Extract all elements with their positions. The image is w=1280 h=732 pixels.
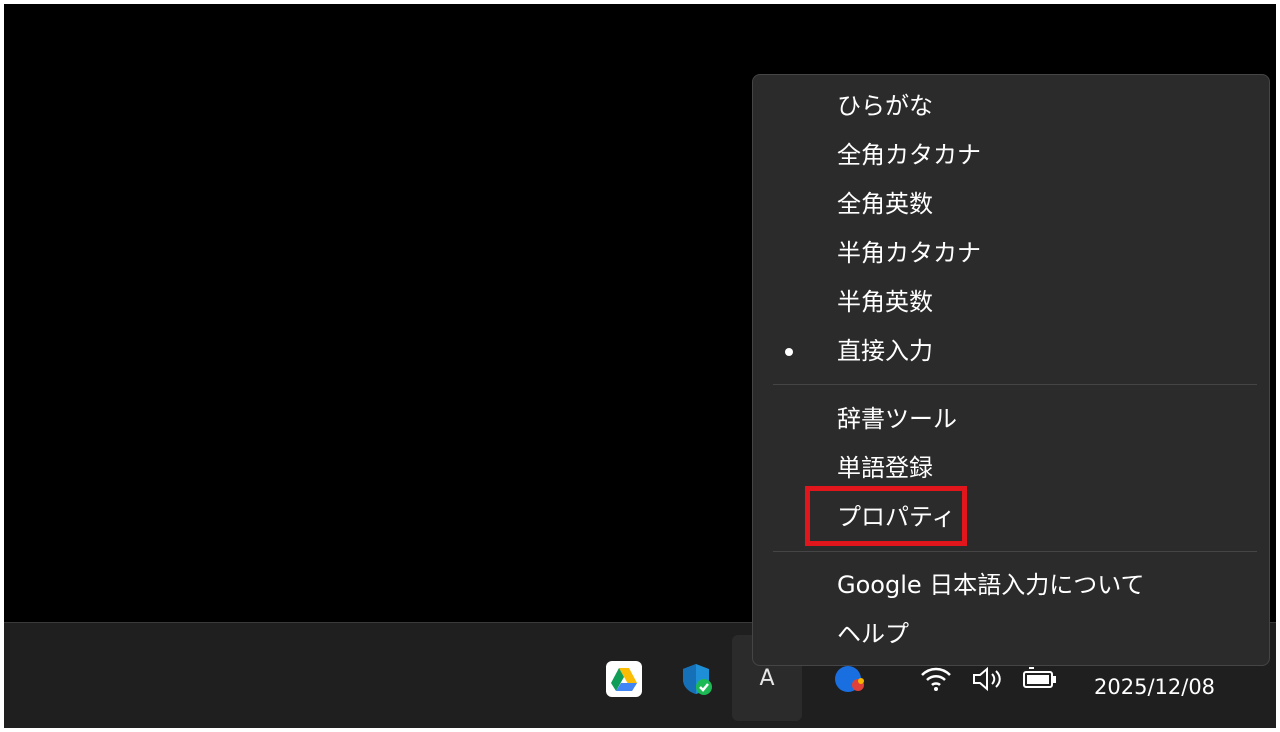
menu-item-help[interactable]: ヘルプ bbox=[753, 612, 1269, 656]
menu-item-label: Google 日本語入力について bbox=[837, 571, 1145, 599]
menu-item-label: 半角カタカナ bbox=[837, 239, 981, 267]
google-drive-icon[interactable] bbox=[604, 659, 644, 699]
menu-item-label: 全角カタカナ bbox=[837, 141, 981, 169]
menu-item-label: 全角英数 bbox=[837, 190, 933, 218]
ime-mode-label: A bbox=[759, 665, 775, 691]
menu-item-hankaku-katakana[interactable]: 半角カタカナ bbox=[753, 231, 1269, 275]
menu-item-zenkaku-katakana[interactable]: 全角カタカナ bbox=[753, 133, 1269, 177]
menu-item-label: ひらがな bbox=[837, 92, 933, 120]
menu-item-zenkaku-eisu[interactable]: 全角英数 bbox=[753, 182, 1269, 226]
menu-separator bbox=[773, 551, 1257, 552]
menu-item-hankaku-eisu[interactable]: 半角英数 bbox=[753, 280, 1269, 324]
menu-item-word-register[interactable]: 単語登録 bbox=[753, 446, 1269, 490]
desktop-screen: A 2025/12/08 ひらがな 全角カタカナ 全角英数 半角カタカナ 半角英… bbox=[4, 4, 1276, 728]
menu-item-label: 単語登録 bbox=[837, 454, 933, 482]
menu-item-about[interactable]: Google 日本語入力について bbox=[753, 563, 1269, 607]
menu-item-label: 半角英数 bbox=[837, 288, 933, 316]
selected-bullet-icon bbox=[785, 348, 793, 356]
menu-item-dictionary-tool[interactable]: 辞書ツール bbox=[753, 397, 1269, 441]
ime-context-menu: ひらがな 全角カタカナ 全角英数 半角カタカナ 半角英数 直接入力 辞書ツール … bbox=[752, 74, 1270, 666]
menu-item-direct-input[interactable]: 直接入力 bbox=[753, 329, 1269, 373]
menu-item-label: ヘルプ bbox=[837, 620, 909, 648]
clock-date[interactable]: 2025/12/08 bbox=[1094, 675, 1215, 699]
properties-highlight-box bbox=[805, 486, 967, 546]
menu-item-hiragana[interactable]: ひらがな bbox=[753, 84, 1269, 128]
menu-item-label: 直接入力 bbox=[837, 337, 933, 365]
windows-security-icon[interactable] bbox=[676, 659, 716, 699]
menu-separator bbox=[773, 384, 1257, 385]
menu-item-label: 辞書ツール bbox=[837, 405, 957, 433]
